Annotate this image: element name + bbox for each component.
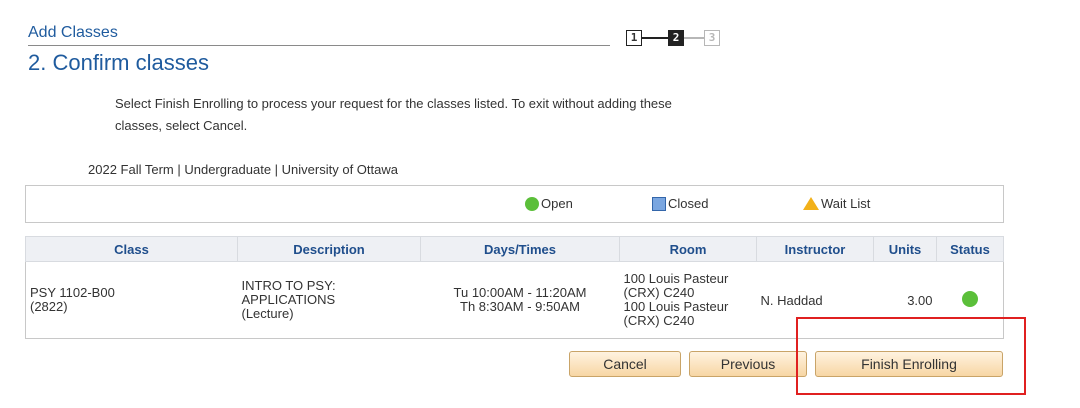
legend-wait-list-label: Wait List bbox=[821, 196, 871, 211]
legend-closed-label: Closed bbox=[668, 196, 709, 211]
room-line: 100 Louis Pasteur bbox=[623, 271, 729, 286]
description-line: APPLICATIONS bbox=[241, 292, 336, 307]
legend-wait-list: Wait List bbox=[803, 196, 870, 211]
step-connector bbox=[642, 37, 668, 39]
wait-list-status-icon bbox=[803, 197, 819, 210]
column-header-days-times: Days/Times bbox=[420, 236, 620, 262]
highlight-annotation bbox=[796, 317, 1026, 395]
heading-divider bbox=[28, 45, 610, 46]
column-header-description: Description bbox=[237, 236, 421, 262]
term-info: 2022 Fall Term | Undergraduate | Univers… bbox=[88, 162, 398, 177]
cancel-button[interactable]: Cancel bbox=[569, 351, 681, 377]
column-header-instructor: Instructor bbox=[756, 236, 874, 262]
instructions-text: Select Finish Enrolling to process your … bbox=[115, 96, 672, 133]
room-cell: 100 Louis Pasteur (CRX) C240 100 Louis P… bbox=[619, 261, 757, 339]
class-cell: PSY 1102-B00 (2822) bbox=[25, 261, 238, 339]
time-line: Th 8:30AM - 9:50AM bbox=[460, 299, 580, 314]
closed-status-icon bbox=[652, 196, 666, 211]
legend-open-label: Open bbox=[541, 196, 573, 211]
room-line: (CRX) C240 bbox=[623, 313, 695, 328]
room-line: (CRX) C240 bbox=[623, 285, 695, 300]
column-header-units: Units bbox=[873, 236, 937, 262]
column-header-room: Room bbox=[619, 236, 757, 262]
legend-open: Open bbox=[525, 196, 573, 211]
previous-button[interactable]: Previous bbox=[689, 351, 807, 377]
room-line: 100 Louis Pasteur bbox=[623, 299, 729, 314]
description-cell: INTRO TO PSY: APPLICATIONS (Lecture) bbox=[237, 261, 421, 339]
description-line: (Lecture) bbox=[241, 306, 294, 321]
time-line: Tu 10:00AM - 11:20AM bbox=[453, 285, 587, 300]
days-times-cell: Tu 10:00AM - 11:20AM Th 8:30AM - 9:50AM bbox=[420, 261, 620, 339]
step-3: 3 bbox=[704, 30, 720, 46]
step-connector bbox=[684, 37, 704, 39]
column-header-class: Class bbox=[25, 236, 238, 262]
column-header-status: Status bbox=[936, 236, 1004, 262]
step-2-current: 2 bbox=[668, 30, 684, 46]
step-1: 1 bbox=[626, 30, 642, 46]
description-line: INTRO TO PSY: bbox=[241, 278, 336, 293]
section-heading: Add Classes bbox=[28, 24, 118, 41]
open-status-icon bbox=[961, 290, 978, 307]
page-title: 2. Confirm classes bbox=[28, 50, 209, 75]
class-code: PSY 1102-B00 bbox=[30, 285, 115, 300]
open-status-icon bbox=[525, 196, 539, 211]
status-legend: Open Closed Wait List bbox=[25, 185, 1004, 223]
legend-closed: Closed bbox=[652, 196, 708, 211]
table-header-row: Class Description Days/Times Room Instru… bbox=[25, 236, 1004, 262]
class-number: (2822) bbox=[30, 299, 68, 314]
